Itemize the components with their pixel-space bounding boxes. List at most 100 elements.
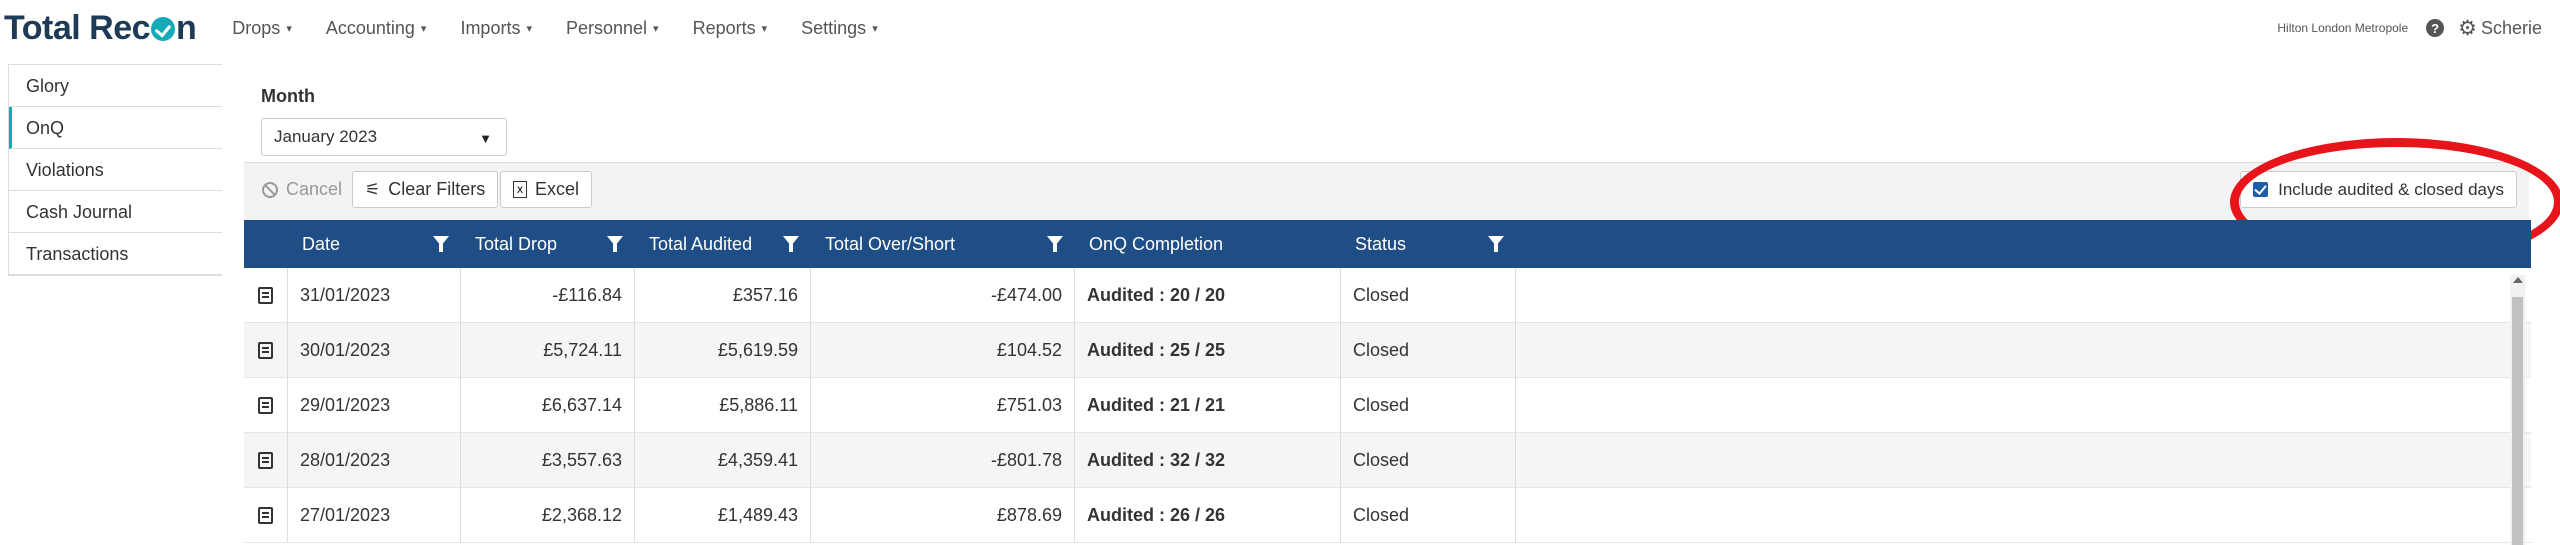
excel-export-button[interactable]: X Excel [500,171,593,208]
menu-settings[interactable]: Settings ▾ [801,18,878,39]
header-status-label: Status [1355,233,1407,254]
month-select[interactable]: January 2023 ▼ [261,118,507,156]
cell-over-short: £751.03 [811,378,1075,433]
ban-icon [262,181,278,198]
cell-date: 28/01/2023 [288,433,461,488]
cell-filler [1516,378,2531,433]
details-icon[interactable] [258,507,273,524]
onq-grid: Date Total Drop Total Audited Total Over… [244,220,2531,543]
header-date-label: Date [302,233,341,254]
cell-status: Closed [1341,268,1516,323]
sidebar-item-violations[interactable]: Violations [9,149,222,191]
header-date[interactable]: Date [288,220,461,268]
include-audited-checkbox[interactable] [2253,182,2269,197]
header-icon-col [244,220,288,268]
filter-icon[interactable] [783,236,799,252]
scrollbar-thumb[interactable] [2512,297,2523,545]
grid-header: Date Total Drop Total Audited Total Over… [244,220,2531,268]
sidebar-item-onq[interactable]: OnQ [9,107,222,149]
user-menu[interactable]: Scherie [2481,18,2542,39]
menu-personnel-label: Personnel [565,17,648,38]
brand-text-start: Total Rec [4,8,151,47]
header-total-drop-label: Total Drop [475,233,558,254]
cell-total-drop: £6,637.14 [461,378,635,433]
cell-date: 30/01/2023 [288,323,461,378]
cancel-label: Cancel [286,179,343,199]
cell-date: 29/01/2023 [288,378,461,433]
month-select-value: January 2023 [274,127,378,146]
chevron-down-icon: ▾ [761,22,768,35]
chevron-down-icon: ▾ [526,22,532,35]
table-row[interactable]: 28/01/2023 £3,557.63 £4,359.41 -£801.78 … [244,433,2531,488]
sidebar: Glory OnQ Violations Cash Journal Transa… [8,64,222,276]
details-icon[interactable] [258,287,273,304]
cell-completion: Audited : 25 / 25 [1075,323,1341,378]
row-details-cell [244,268,288,323]
cell-total-drop: £5,724.11 [461,323,635,378]
row-details-cell [244,323,288,378]
header-onq-completion-label: OnQ Completion [1089,233,1224,254]
cell-completion: Audited : 20 / 20 [1075,268,1341,323]
cancel-button[interactable]: Cancel [250,171,354,208]
cell-status: Closed [1341,323,1516,378]
cell-total-drop: £2,368.12 [461,488,635,543]
sidebar-item-cash-journal[interactable]: Cash Journal [9,191,222,233]
cell-filler [1516,433,2531,488]
menu-drops[interactable]: Drops ▾ [232,18,292,39]
table-row[interactable]: 27/01/2023 £2,368.12 £1,489.43 £878.69 A… [244,488,2531,543]
menu-imports[interactable]: Imports ▾ [460,18,532,39]
cell-total-audited: £5,886.11 [635,378,811,433]
chevron-down-icon: ▾ [872,22,878,35]
top-navbar: Total Rec n Drops ▾ Accounting ▾ Imports ▾ P… [0,0,2560,56]
grid-scrollbar[interactable] [2510,275,2525,545]
details-icon[interactable] [258,397,273,414]
scroll-up-arrow-icon[interactable] [2513,277,2523,283]
include-audited-toggle[interactable]: Include audited & closed days [2240,171,2517,208]
brand-text-end: n [176,8,197,47]
cell-over-short: -£801.78 [811,433,1075,488]
row-details-cell [244,488,288,543]
sidebar-item-transactions[interactable]: Transactions [9,233,222,275]
cell-filler [1516,323,2531,378]
cell-completion: Audited : 32 / 32 [1075,433,1341,488]
help-icon[interactable]: ? [2426,19,2445,37]
main-menu: Drops ▾ Accounting ▾ Imports ▾ Personnel ▾ R… [232,18,911,39]
cell-over-short: -£474.00 [811,268,1075,323]
filter-icon[interactable] [1488,236,1504,252]
header-total-drop[interactable]: Total Drop [461,220,635,268]
cell-status: Closed [1341,433,1516,488]
brand-logo[interactable]: Total Rec n [4,8,197,48]
table-row[interactable]: 31/01/2023 -£116.84 £357.16 -£474.00 Aud… [244,268,2531,323]
menu-imports-label: Imports [460,17,521,38]
filter-icon[interactable] [1047,236,1063,252]
menu-accounting-label: Accounting [325,17,415,38]
chevron-down-icon: ▾ [286,22,292,35]
details-icon[interactable] [258,452,273,469]
excel-icon: X [513,181,527,198]
header-status[interactable]: Status [1341,220,1516,268]
menu-accounting[interactable]: Accounting ▾ [326,18,427,39]
cell-date: 27/01/2023 [288,488,461,543]
dropdown-caret-icon: ▼ [479,131,492,146]
table-row[interactable]: 30/01/2023 £5,724.11 £5,619.59 £104.52 A… [244,323,2531,378]
filter-icon[interactable] [607,236,623,252]
header-total-audited[interactable]: Total Audited [635,220,811,268]
menu-drops-label: Drops [232,17,281,38]
header-onq-completion[interactable]: OnQ Completion [1075,220,1341,268]
filter-icon[interactable] [433,236,449,252]
header-over-short[interactable]: Total Over/Short [811,220,1075,268]
table-row[interactable]: 29/01/2023 £6,637.14 £5,886.11 £751.03 A… [244,378,2531,433]
gear-icon[interactable]: ⚙ [2458,18,2477,39]
clear-filters-button[interactable]: ⚟ Clear Filters [352,171,499,208]
cell-total-drop: £3,557.63 [461,433,635,488]
menu-reports[interactable]: Reports ▾ [693,18,768,39]
chevron-down-icon: ▾ [420,22,427,35]
menu-personnel[interactable]: Personnel ▾ [566,18,659,39]
sidebar-item-glory[interactable]: Glory [9,65,222,107]
details-icon[interactable] [258,342,273,359]
logo-check-icon [151,17,176,41]
hotel-name: Hilton London Metropole [2277,21,2409,35]
cell-total-drop: -£116.84 [461,268,635,323]
header-total-audited-label: Total Audited [649,233,753,254]
cell-status: Closed [1341,378,1516,433]
